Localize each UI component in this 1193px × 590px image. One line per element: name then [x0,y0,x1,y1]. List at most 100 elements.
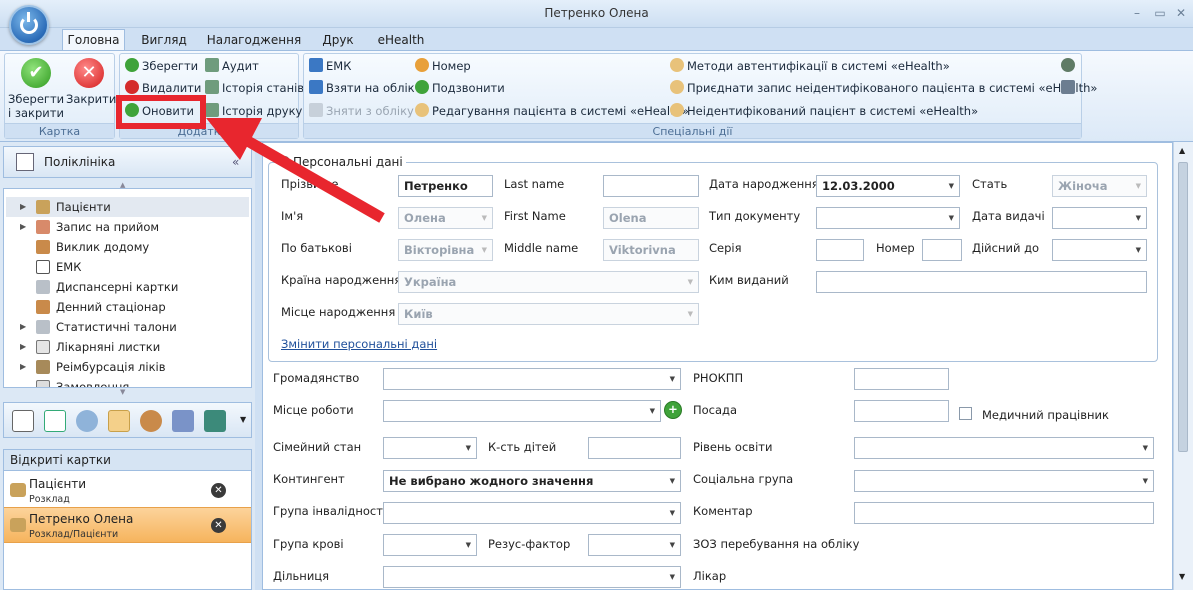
sex-field[interactable]: Жіноча ▼ [1052,175,1147,197]
open-card-petrenko[interactable]: Петренко Олена Розклад/Пацієнти ✕ [4,507,251,543]
close-button[interactable]: ✕ [1172,4,1190,22]
social-group-label: Соціальна група [693,472,794,486]
position-field[interactable] [854,400,949,422]
auth-methods-button[interactable]: Методи автентифікації в системі «eHealth… [670,58,950,74]
minimize-button[interactable]: – [1128,4,1146,22]
add-workplace-icon[interactable]: + [664,401,682,419]
doctor-icon[interactable] [140,410,162,432]
doctype-field[interactable]: ▼ [816,207,960,229]
save-close-button[interactable]: ✔ Зберегти і закрити [8,58,64,120]
series-field[interactable] [816,239,864,261]
sidebar-item-label: Замовлення [56,380,130,388]
close-icon[interactable]: ✕ [211,483,226,498]
schedule-icon[interactable] [172,410,194,432]
attach-record-button[interactable]: Приєднати запис неідентифікованого паціє… [670,80,1097,96]
birthplace-field[interactable]: Київ ▼ [398,303,699,325]
vertical-scrollbar[interactable]: ▲ ▼ [1173,142,1193,590]
change-personal-data-link[interactable]: Змінити персональні дані [281,337,437,351]
comment-field[interactable] [854,502,1154,524]
tab-print[interactable]: Друк [318,30,358,50]
middlename-field[interactable]: Viktorivna [603,239,699,261]
delete-button[interactable]: Видалити [125,80,201,96]
tab-ehealth[interactable]: eHealth [373,30,429,50]
highlight-box [116,95,206,129]
sex-label: Стать [972,177,1008,191]
name-field[interactable]: Олена ▼ [398,207,493,229]
audit-button[interactable]: Аудит [205,58,259,74]
scroll-down-icon[interactable]: ▼ [120,388,125,396]
edit-patient-ehealth-button[interactable]: Редагування пацієнта в системі «eHealth» [415,103,689,119]
sidebar-item-label: Запис на прийом [56,220,160,234]
call-button[interactable]: Подзвонити [415,80,505,96]
lastname-field[interactable] [603,175,699,197]
open-card-patients[interactable]: Пацієнти Розклад ✕ [4,473,251,509]
history-states-button[interactable]: Історія станів [205,80,304,96]
doctor-icon [36,240,50,254]
close-icon[interactable]: ✕ [211,518,226,533]
scroll-up-icon[interactable]: ▲ [1179,146,1185,155]
sidebar-item-label: Реімбурсація ліків [56,360,166,374]
app-menu-button[interactable] [9,5,49,45]
document-icon[interactable] [12,410,34,432]
dob-field[interactable]: 12.03.2000 ▼ [816,175,960,197]
firstname-field[interactable]: Olena [603,207,699,229]
issue-date-field[interactable]: ▼ [1052,207,1147,229]
maximize-button[interactable]: ▭ [1151,4,1169,22]
district-field[interactable]: ▼ [383,566,681,588]
collapse-icon[interactable]: « [232,147,239,177]
tab-view[interactable]: Вигляд [138,30,190,50]
expand-icon[interactable]: ▶ [20,197,26,217]
contingent-field[interactable]: Не вибрано жодного значення ▼ [383,470,681,492]
social-group-field[interactable]: ▼ [854,470,1154,492]
expand-icon[interactable]: ▶ [20,217,26,237]
blood-field[interactable]: ▼ [383,534,477,556]
number-button[interactable]: Номер [415,58,471,74]
valid-to-field[interactable]: ▼ [1052,239,1147,261]
sidebar-item-patients[interactable]: ▶ Пацієнти [6,197,249,217]
surname-field[interactable]: Петренко [398,175,493,197]
collapse-radio-icon[interactable] [279,156,290,167]
issuer-label: Ким виданий [709,273,789,287]
tab-settings[interactable]: Налагодження [204,30,304,50]
workplace-field[interactable]: ▼ [383,400,661,422]
country-field[interactable]: Україна ▼ [398,271,699,293]
expand-icon[interactable]: ▶ [20,357,26,377]
patronymic-label: По батькові [281,241,352,255]
unidentified-patient-button[interactable]: Неідентифікований пацієнт в системі «eHe… [670,103,978,119]
save-button[interactable]: Зберегти [125,58,198,74]
patronymic-field[interactable]: Вікторівна ▼ [398,239,493,261]
close-card-button[interactable]: ✕ Закрити [66,58,116,106]
personal-data-legend[interactable]: Персональні дані [276,155,406,169]
tab-home[interactable]: Головна [62,29,125,51]
number-field[interactable] [922,239,962,261]
power-icon [20,12,38,34]
chevron-down-icon: ▼ [1142,477,1148,485]
education-field[interactable]: ▼ [854,437,1154,459]
emk-button[interactable]: ЕМК [309,58,351,74]
calendar-button[interactable] [1061,80,1078,96]
marital-field[interactable]: ▼ [383,437,477,459]
history-print-button[interactable]: Історія друку [205,103,302,119]
card-icon[interactable] [108,410,130,432]
remove-record-button[interactable]: Зняти з обліку [309,103,414,119]
scroll-down-icon[interactable]: ▼ [1179,572,1185,581]
calendar-icon[interactable] [44,410,66,432]
issuer-field[interactable] [816,271,1147,293]
take-record-button[interactable]: Взяти на облік [309,80,415,96]
children-field[interactable] [588,437,681,459]
ehealth-status-button[interactable] [1061,58,1078,74]
citizenship-field[interactable]: ▼ [383,368,681,390]
rnokpp-field[interactable] [854,368,949,390]
scroll-thumb[interactable] [1178,162,1188,452]
disability-field[interactable]: ▼ [383,502,681,524]
chevron-down-icon: ▼ [1135,214,1141,222]
chevron-down-icon[interactable]: ▼ [240,415,246,424]
medic-checkbox[interactable] [959,407,972,420]
education-label: Рівень освіти [693,440,773,454]
cards-icon [36,280,50,294]
expand-icon[interactable]: ▶ [20,317,26,337]
medicine-icon[interactable] [76,410,98,432]
rhesus-field[interactable]: ▼ [588,534,681,556]
windows-icon[interactable] [204,410,226,432]
expand-icon[interactable]: ▶ [20,337,26,357]
